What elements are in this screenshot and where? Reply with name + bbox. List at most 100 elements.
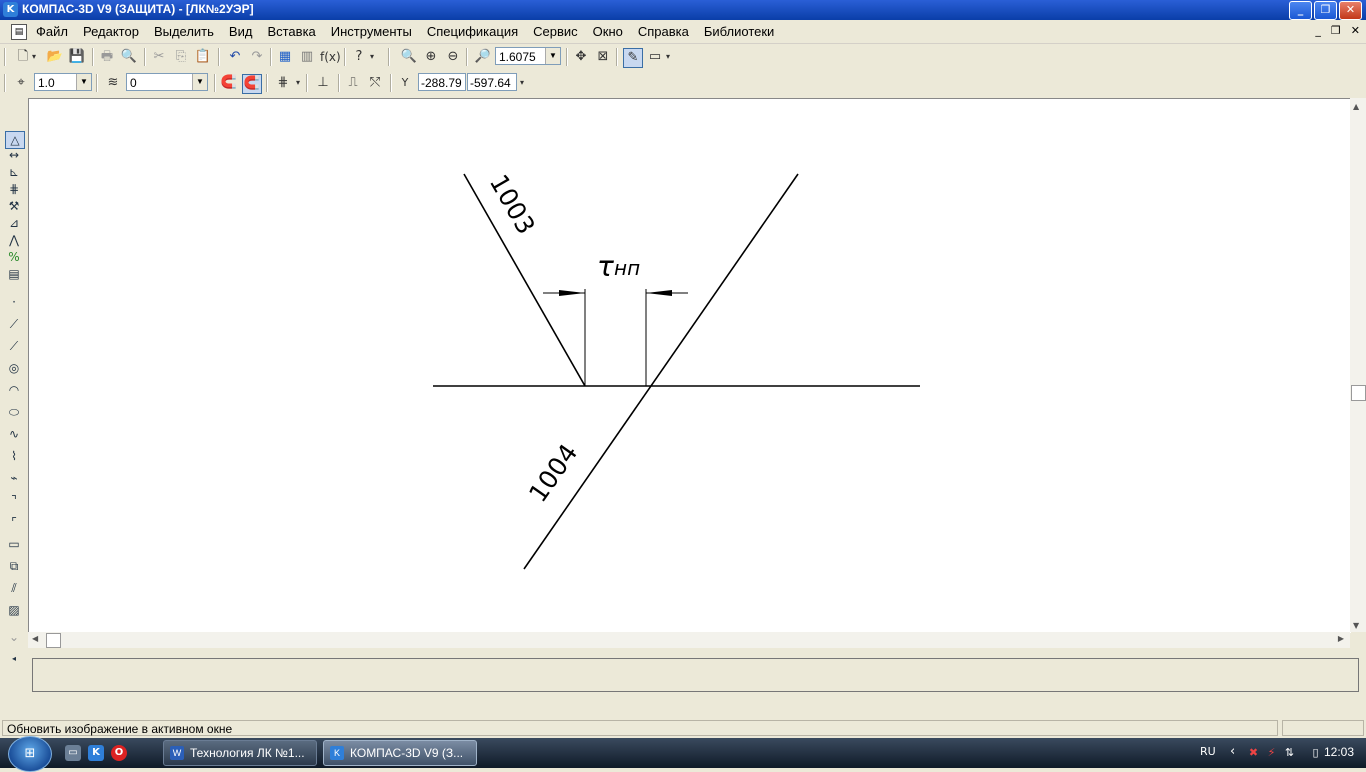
show-hidden-icons-icon[interactable]: ‹ <box>1230 744 1235 759</box>
polyline-icon[interactable]: ⌁ <box>5 470 23 486</box>
library-icon[interactable]: ▥ <box>298 48 316 66</box>
collapse-icon[interactable]: ⌄ <box>5 629 23 645</box>
variables-icon[interactable]: f(x) <box>320 48 341 66</box>
kompas-quicklaunch-icon[interactable]: K <box>88 745 104 761</box>
measure-icon[interactable]: ⊿ <box>5 215 23 231</box>
clock[interactable]: 12:03 <box>1324 745 1354 759</box>
chamfer-icon[interactable]: ⌝ <box>5 492 23 508</box>
zoom-window-icon[interactable]: 🔍 <box>400 48 418 66</box>
arc-icon[interactable]: ◠ <box>5 382 23 398</box>
chevron-down-icon[interactable]: ▼ <box>76 74 91 90</box>
bezier-icon[interactable]: ∿ <box>5 426 23 442</box>
menu-item-9[interactable]: Справка <box>638 24 689 39</box>
hatch-icon[interactable]: ▨ <box>5 602 23 618</box>
edit-icon[interactable]: ⋕ <box>5 181 23 197</box>
menu-item-2[interactable]: Выделить <box>154 24 214 39</box>
zoom-scale-icon[interactable]: 🔎 <box>474 48 492 66</box>
copy-icon[interactable]: ⎘ <box>172 48 190 66</box>
network-icon[interactable]: ⇅ <box>1282 745 1297 760</box>
aux-line-icon[interactable]: ⟋ <box>5 316 23 332</box>
zoom-combo[interactable]: 1.6075 ▼ <box>495 47 561 65</box>
print-icon[interactable]: 🖶 <box>98 48 116 66</box>
menu-item-8[interactable]: Окно <box>593 24 623 39</box>
zoom-all-icon[interactable]: ⊠ <box>594 48 612 66</box>
coord-y-field[interactable]: -597.64 <box>467 73 517 91</box>
grid-icon[interactable]: ⋕ <box>274 74 292 92</box>
horizontal-scroll-thumb[interactable] <box>46 633 61 648</box>
scroll-up-icon[interactable]: ▲ <box>1353 102 1359 111</box>
ortho-icon[interactable]: ⎍ <box>344 74 362 92</box>
mdi-restore-icon[interactable]: ❐ <box>1331 24 1341 37</box>
manager-icon[interactable]: ▦ <box>276 48 294 66</box>
menu-item-7[interactable]: Сервис <box>533 24 578 39</box>
segment-icon[interactable]: ⟋ <box>5 338 23 354</box>
local-snap-icon[interactable]: 🧲 <box>242 74 262 94</box>
opera-icon[interactable]: O <box>111 745 127 761</box>
menu-item-5[interactable]: Инструменты <box>331 24 412 39</box>
taskbar-item-word[interactable]: W Технология ЛК №1... <box>163 740 317 766</box>
menu-item-10[interactable]: Библиотеки <box>704 24 774 39</box>
select-icon[interactable]: ⋀ <box>5 232 23 248</box>
display-dropdown-icon[interactable]: ▾ <box>664 48 672 66</box>
mdi-minimize-icon[interactable]: _ <box>1315 24 1321 37</box>
document-icon[interactable]: ▤ <box>11 24 27 40</box>
reports-icon[interactable]: ▤ <box>5 266 23 282</box>
pan-icon[interactable]: ✥ <box>572 48 590 66</box>
fillet-icon[interactable]: ⌜ <box>5 514 23 530</box>
menu-item-4[interactable]: Вставка <box>267 24 315 39</box>
layer-combo[interactable]: 0 ▼ <box>126 73 208 91</box>
parametrization-icon[interactable]: ⚒ <box>5 198 23 214</box>
coord-x-field[interactable]: -288.79 <box>418 73 466 91</box>
scroll-down-icon[interactable]: ▼ <box>1353 621 1359 630</box>
taskbar-item-kompas[interactable]: K КОМПАС-3D V9 (З... <box>323 740 477 766</box>
horizontal-scrollbar[interactable]: ◀ ▶ <box>28 632 1350 648</box>
local-cs-icon[interactable]: ⊥ <box>314 74 332 92</box>
menu-item-3[interactable]: Вид <box>229 24 253 39</box>
scroll-right-icon[interactable]: ▶ <box>1338 634 1344 643</box>
circle-icon[interactable]: ◎ <box>5 360 23 376</box>
menu-item-1[interactable]: Редактор <box>83 24 139 39</box>
spec-icon[interactable]: % <box>5 249 23 265</box>
scroll-left-icon[interactable]: ◀ <box>32 634 38 643</box>
vertical-scroll-thumb[interactable] <box>1351 385 1366 401</box>
cut-icon[interactable]: ✂ <box>150 48 168 66</box>
network-warning-icon[interactable]: ✖ <box>1246 745 1261 760</box>
ellipse-icon[interactable]: ⬭ <box>5 404 23 420</box>
grid-dropdown-icon[interactable]: ▾ <box>294 74 302 92</box>
print-preview-icon[interactable]: 🔍 <box>120 48 138 66</box>
save-icon[interactable]: 💾 <box>68 48 86 66</box>
close-button[interactable]: ✕ <box>1339 1 1362 20</box>
power-icon[interactable]: ▯ <box>1308 745 1323 760</box>
cursor-step-icon[interactable]: ⌖ <box>12 74 30 92</box>
start-button[interactable]: ⊞ <box>8 736 52 772</box>
coord-dropdown-icon[interactable]: ▾ <box>518 74 526 92</box>
parametric-icon[interactable]: ⤲ <box>366 74 384 92</box>
zoom-out-icon[interactable]: ⊖ <box>444 48 462 66</box>
equidistant-icon[interactable]: ⫽ <box>5 580 23 596</box>
zoom-in-icon[interactable]: ⊕ <box>422 48 440 66</box>
vertical-scrollbar[interactable]: ▲ ▼ <box>1350 98 1366 632</box>
help-pointer-icon[interactable]: ? <box>350 48 368 66</box>
display-icon[interactable]: ▭ <box>646 48 664 66</box>
dimensions-icon[interactable]: ↔ <box>5 147 23 163</box>
nurbs-icon[interactable]: ⌇ <box>5 448 23 464</box>
redraw-icon[interactable]: ✎ <box>623 48 643 68</box>
rectangle-icon[interactable]: ▭ <box>5 536 23 552</box>
snap-magnet-icon[interactable]: 🧲 <box>220 74 238 92</box>
menu-item-6[interactable]: Спецификация <box>427 24 518 39</box>
mdi-close-icon[interactable]: ✕ <box>1351 24 1360 37</box>
drawing-canvas[interactable]: 1003 1004 τ нп <box>28 98 1351 633</box>
step-combo[interactable]: 1.0 ▼ <box>34 73 92 91</box>
chevron-down-icon[interactable]: ▼ <box>192 74 207 90</box>
maximize-button[interactable]: ❐ <box>1314 1 1337 20</box>
layer-icon[interactable]: ≋ <box>104 74 122 92</box>
new-dropdown-icon[interactable]: ▾ <box>30 48 38 66</box>
open-folder-icon[interactable]: 📂 <box>46 48 64 66</box>
show-desktop-icon[interactable]: ▭ <box>65 745 81 761</box>
contour-icon[interactable]: ⧉ <box>5 558 23 574</box>
expand-arrow-icon[interactable]: ◂ <box>5 651 23 667</box>
menu-item-0[interactable]: Файл <box>36 24 68 39</box>
point-icon[interactable]: · <box>5 294 23 310</box>
redo-icon[interactable]: ↷ <box>248 48 266 66</box>
kompas-icon[interactable]: K <box>3 2 18 17</box>
